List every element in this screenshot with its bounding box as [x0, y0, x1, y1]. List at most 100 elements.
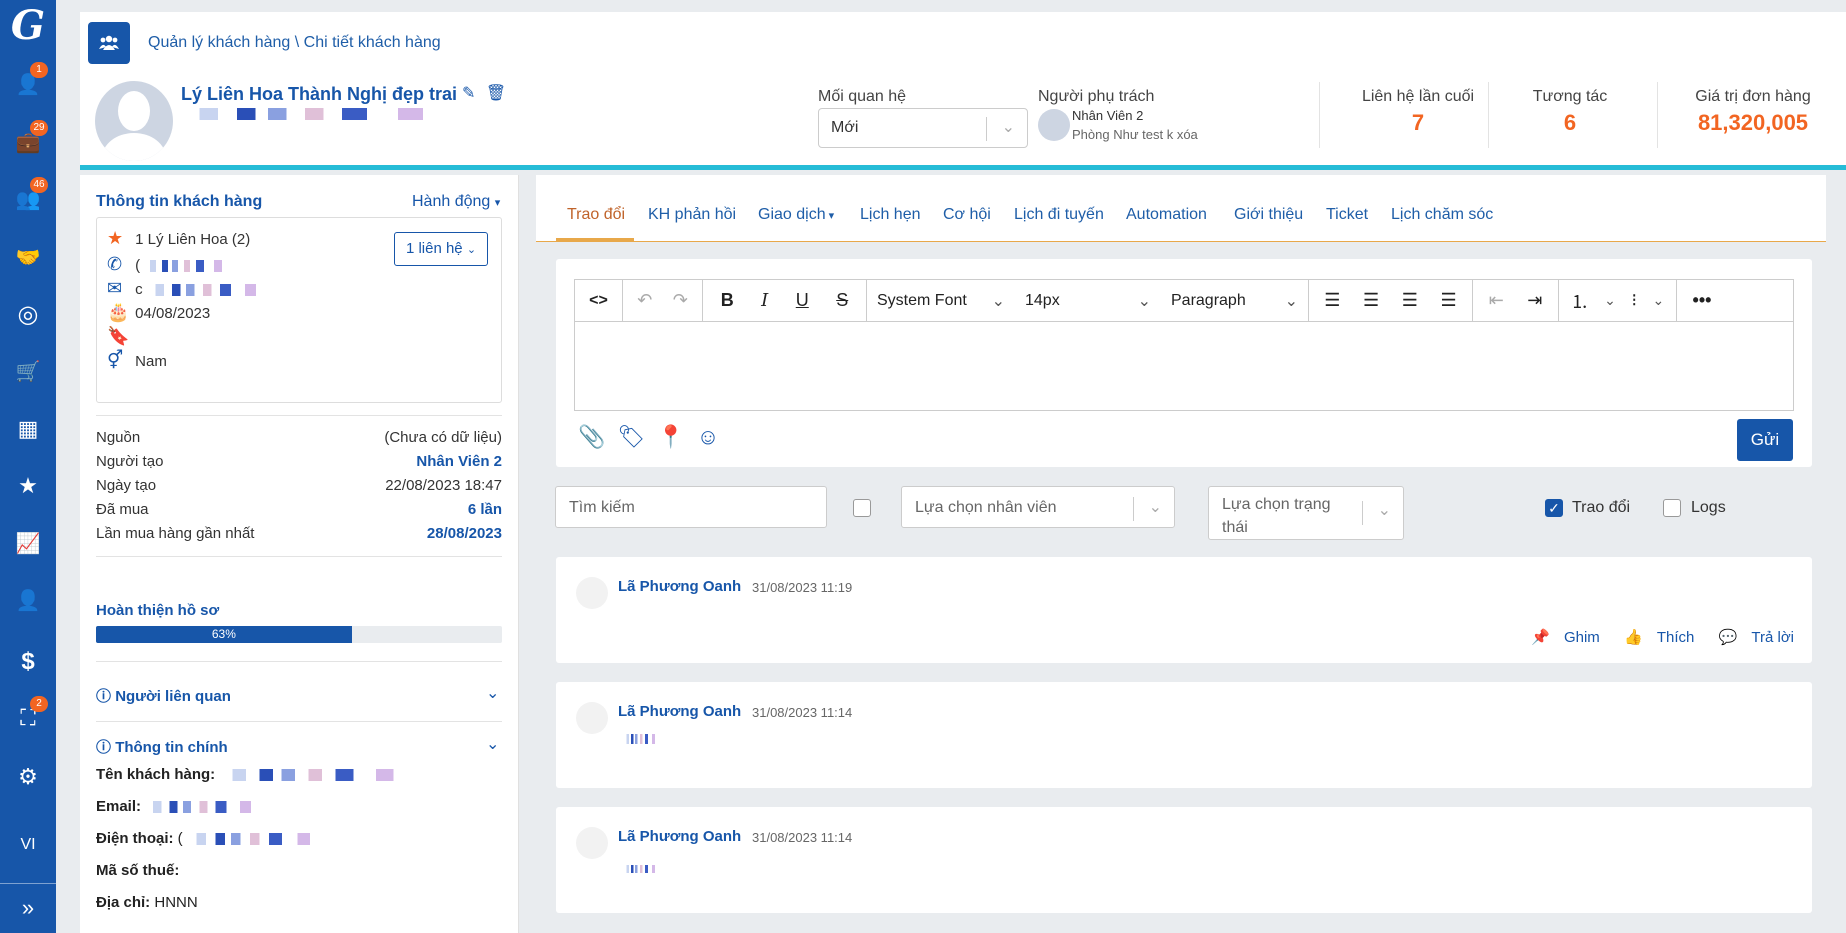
chevron-down-icon: ⌄: [1377, 502, 1391, 519]
sidebar-item-reports[interactable]: 📈: [0, 521, 56, 565]
attachment-toolbar: 📎 🏷 📍 ☺: [578, 424, 719, 450]
undo-icon[interactable]: ↶: [637, 280, 652, 322]
message-author[interactable]: Lã Phương Oanh: [618, 828, 741, 845]
chevron-down-icon[interactable]: ⌄: [1604, 280, 1616, 322]
indent-icon[interactable]: ⇥: [1527, 280, 1542, 322]
trash-icon[interactable]: 🗑: [486, 85, 506, 102]
bullet-list-icon[interactable]: ⁝: [1631, 280, 1637, 322]
tab-automation[interactable]: Automation: [1126, 206, 1207, 224]
tags-icon[interactable]: 🏷: [617, 424, 645, 450]
actions-label: Hành động: [412, 193, 491, 210]
relationship-select[interactable]: Mới ⌄: [818, 108, 1028, 148]
edit-icon[interactable]: ✎: [462, 85, 475, 102]
customer-info-panel: Thông tin khách hàng Hành động ▾ ★ 1 Lý …: [80, 175, 519, 933]
contact-name[interactable]: 1 Lý Liên Hoa (2): [135, 231, 250, 248]
stat-interactions: Tương tác 6: [1500, 88, 1640, 136]
stat-divider: [1319, 82, 1320, 148]
align-left-icon[interactable]: ☰: [1324, 280, 1340, 322]
message-author[interactable]: Lã Phương Oanh: [618, 578, 741, 595]
tab-transactions[interactable]: Giao dịch ▾: [758, 206, 834, 224]
align-right-icon[interactable]: ☰: [1402, 280, 1418, 322]
sidebar-item-deals[interactable]: 🤝: [0, 235, 56, 279]
language-switch[interactable]: VI: [0, 836, 56, 854]
breadcrumb[interactable]: Quản lý khách hàng \ Chi tiết khách hàng: [148, 34, 441, 52]
more-icon[interactable]: •••: [1693, 280, 1712, 322]
underline-icon[interactable]: U: [796, 280, 809, 322]
paperclip-icon[interactable]: 📎: [578, 424, 605, 450]
sidebar-item-finance[interactable]: $: [0, 640, 56, 684]
activity-panel: Trao đổi KH phản hồi Giao dịch ▾ Lịch hẹ…: [536, 175, 1826, 933]
pin-button[interactable]: 📌 Ghim: [1521, 629, 1600, 646]
tab-appointments[interactable]: Lịch hẹn: [860, 206, 921, 224]
sidebar-item-customers[interactable]: 👥 46: [0, 177, 56, 221]
sidebar-item-work[interactable]: 💼 29: [0, 120, 56, 164]
logs-checkbox[interactable]: [1663, 499, 1681, 517]
staff-select[interactable]: Lựa chọn nhân viên ⌄: [901, 486, 1175, 528]
align-justify-icon[interactable]: ☰: [1441, 280, 1457, 322]
chevron-down-icon[interactable]: ⌄: [1653, 280, 1665, 322]
message-time: 31/08/2023 11:14: [752, 830, 853, 845]
contacts-dropdown-button[interactable]: 1 liên hệ ⌄: [394, 232, 488, 266]
customer-avatar: [95, 81, 173, 161]
field-value: 22/08/2023 18:47: [385, 477, 502, 494]
notification-badge: 1: [30, 62, 48, 78]
status-select[interactable]: Lựa chọn trạng thái ⌄: [1208, 486, 1404, 540]
exchange-checkbox[interactable]: ✓: [1545, 499, 1563, 517]
tab-care-schedule[interactable]: Lịch chăm sóc: [1391, 206, 1493, 224]
field-key: Ngày tạo: [96, 477, 157, 494]
chevron-down-icon[interactable]: ⌄: [486, 683, 499, 703]
detail-address: Địa chỉ: HNNN: [96, 894, 198, 911]
tab-opportunities[interactable]: Cơ hội: [943, 206, 991, 224]
strikethrough-icon[interactable]: S: [836, 280, 848, 322]
redo-icon[interactable]: ↷: [673, 280, 688, 322]
owner-name[interactable]: Nhân Viên 2: [1072, 108, 1143, 123]
main-info-section[interactable]: ⓘ Thông tin chính: [96, 736, 228, 757]
expand-sidebar-icon[interactable]: »: [0, 895, 56, 921]
detail-label: Điện thoại:: [96, 830, 174, 847]
tab-routes[interactable]: Lịch đi tuyến: [1014, 206, 1104, 224]
stat-last-contact: Liên hệ lần cuối 7: [1338, 88, 1498, 136]
tab-ticket[interactable]: Ticket: [1326, 206, 1368, 224]
smile-icon[interactable]: ☺: [697, 424, 719, 450]
detail-redacted: [219, 769, 444, 782]
sidebar-item-settings[interactable]: ⚙: [0, 755, 56, 799]
reply-button[interactable]: 💬 Trả lời: [1709, 629, 1794, 646]
tab-exchange[interactable]: Trao đổi: [567, 206, 625, 224]
gender-icon: ⚥: [107, 350, 124, 370]
detail-label: Mã số thuế:: [96, 862, 180, 879]
block-format-select[interactable]: Paragraph ⌄: [1161, 279, 1309, 322]
main-info-title: Thông tin chính: [115, 739, 228, 756]
source-code-icon[interactable]: <>: [589, 280, 608, 322]
font-family-select[interactable]: System Font ⌄: [867, 280, 1015, 322]
message-author[interactable]: Lã Phương Oanh: [618, 703, 741, 720]
send-button[interactable]: Gửi: [1737, 419, 1793, 461]
align-center-icon[interactable]: ☰: [1363, 280, 1379, 322]
source-row: Nguồn (Chưa có dữ liệu): [96, 429, 502, 446]
chevron-down-icon[interactable]: ⌄: [486, 734, 499, 754]
sidebar-item-favorites[interactable]: ★: [0, 464, 56, 508]
bold-icon[interactable]: B: [721, 280, 734, 322]
app-logo[interactable]: G: [4, 2, 52, 49]
tab-feedback[interactable]: KH phản hồi: [648, 206, 736, 224]
font-size-select[interactable]: 14px ⌄: [1015, 280, 1161, 322]
filter-checkbox[interactable]: [853, 499, 871, 517]
message-editor[interactable]: [574, 321, 1794, 411]
progress-fill: 63%: [96, 626, 352, 643]
sidebar-item-orders[interactable]: 🛒: [0, 349, 56, 393]
active-tab-indicator: [556, 238, 634, 241]
outdent-icon[interactable]: ⇤: [1489, 280, 1504, 322]
birthday-value: 04/08/2023: [135, 305, 211, 322]
search-input[interactable]: Tìm kiếm: [555, 486, 827, 528]
italic-icon[interactable]: I: [761, 280, 768, 322]
related-people-section[interactable]: ⓘ Người liên quan: [96, 685, 231, 706]
sidebar-item-targets[interactable]: ◎: [0, 292, 56, 336]
numbered-list-icon[interactable]: ⒈: [1571, 280, 1589, 322]
tab-introduction[interactable]: Giới thiệu: [1234, 206, 1303, 224]
sidebar-item-products[interactable]: ▦: [0, 407, 56, 451]
map-marker-icon[interactable]: 📍: [657, 424, 684, 450]
like-button[interactable]: 👍 Thích: [1614, 629, 1694, 646]
sidebar-item-contacts[interactable]: 👤 1: [0, 62, 56, 106]
actions-dropdown[interactable]: Hành động ▾: [412, 193, 500, 211]
sidebar-item-staff[interactable]: 👤: [0, 578, 56, 622]
sidebar-item-organization[interactable]: ⛶ 2: [0, 696, 56, 740]
